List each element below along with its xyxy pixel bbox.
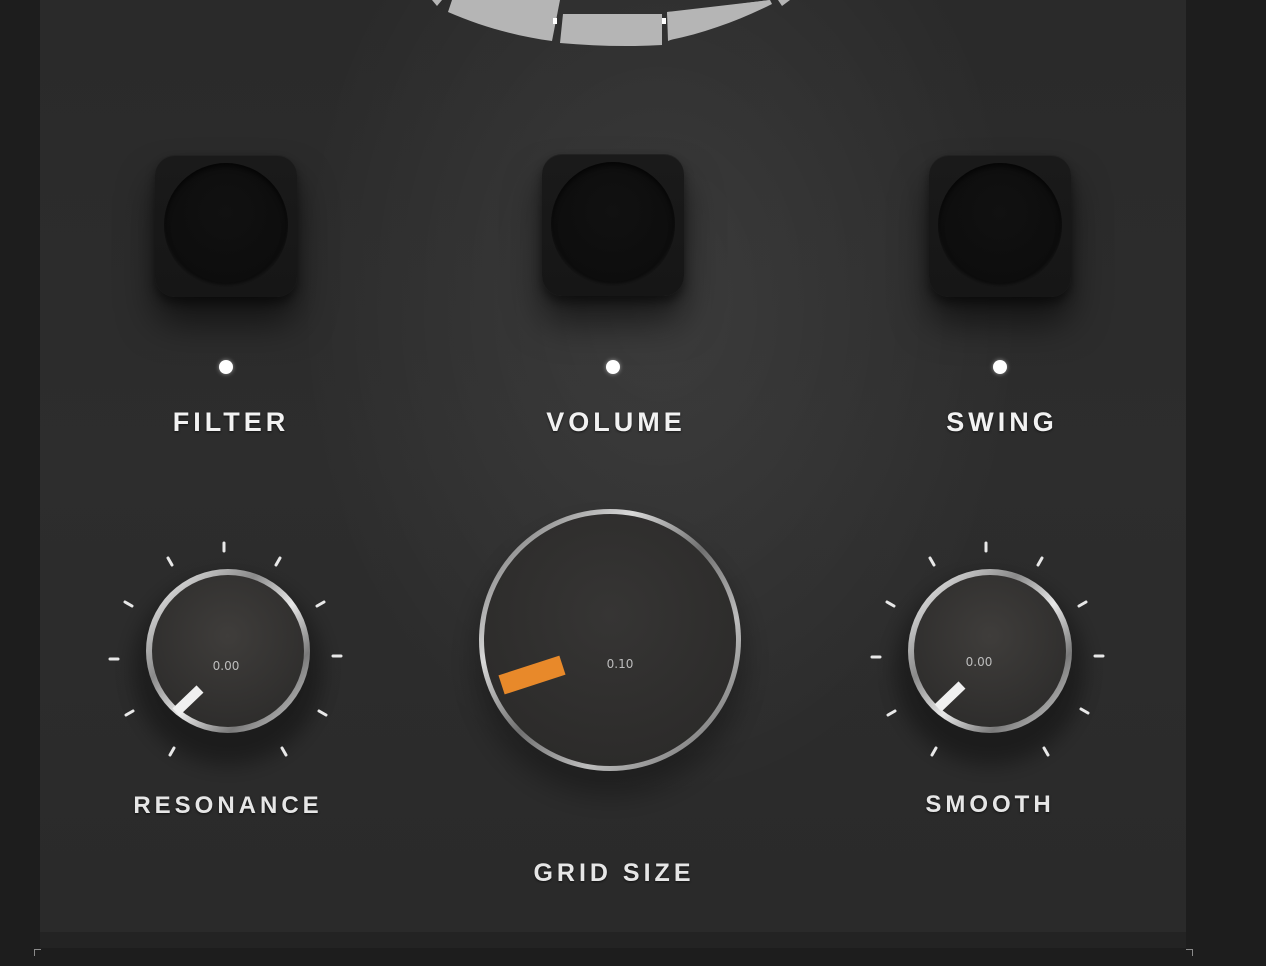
swing-pad-button[interactable] xyxy=(929,155,1071,297)
panel-footer xyxy=(40,932,1186,948)
grid-size-knob[interactable] xyxy=(460,490,760,795)
smooth-value: 0.00 xyxy=(965,655,993,669)
grid-size-label: GRID SIZE xyxy=(533,859,695,887)
smooth-label: SMOOTH xyxy=(925,791,1055,818)
smooth-knob[interactable] xyxy=(860,530,1120,770)
filter-led-indicator xyxy=(219,360,233,374)
swing-led-indicator xyxy=(993,360,1007,374)
volume-pad-face xyxy=(551,162,675,286)
filter-pad-button[interactable] xyxy=(155,155,297,297)
resonance-value: 0.00 xyxy=(212,659,240,673)
swing-label: SWING xyxy=(946,407,1058,437)
resize-corner-left[interactable] xyxy=(34,949,41,956)
filter-label: FILTER xyxy=(172,407,290,437)
segmented-ring-display xyxy=(432,0,790,47)
swing-pad-face xyxy=(938,163,1062,287)
filter-pad-face xyxy=(164,163,288,287)
resonance-knob[interactable] xyxy=(98,530,358,770)
grid-size-value: 0.10 xyxy=(606,657,634,671)
volume-label: VOLUME xyxy=(546,407,686,437)
volume-pad-button[interactable] xyxy=(542,154,684,296)
resonance-label: RESONANCE xyxy=(133,792,323,819)
plugin-window: FILTER VOLUME SWING 0.00 RESONANCE 0.10 … xyxy=(0,0,1266,966)
volume-led-indicator xyxy=(606,360,620,374)
resize-corner-right[interactable] xyxy=(1186,949,1193,956)
